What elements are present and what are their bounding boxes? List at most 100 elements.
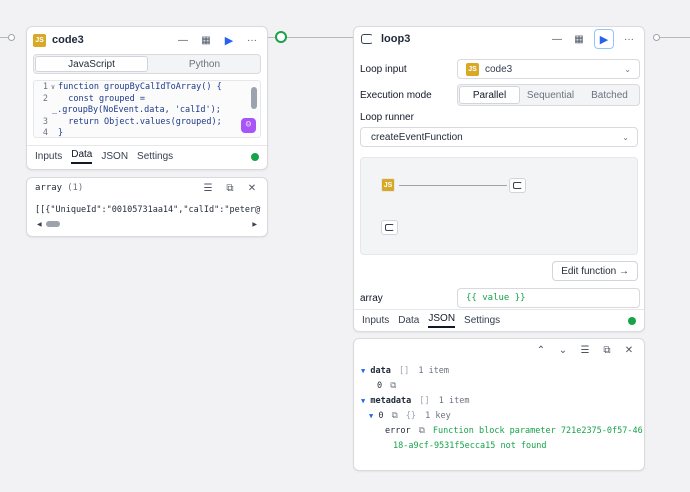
javascript-icon: JS [33,33,46,47]
array-param-input[interactable]: {{ value }} [457,288,640,308]
code-node-title: code3 [52,34,84,46]
close-icon[interactable]: ✕ [245,181,259,195]
language-tabs: JavaScript Python [33,54,261,74]
error-value-continued: 18-a9cf-9531f5ecca15 not found [393,441,547,451]
error-value: Function block parameter 721e2375-0f57-4… [432,426,643,436]
loop-node-title: loop3 [381,33,411,45]
code-line: function groupByCalIdToArray() { [58,82,222,92]
close-icon[interactable]: ✕ [622,343,636,357]
scroll-left-icon[interactable]: ◀ [37,221,42,228]
key-error: error [385,426,411,436]
execution-mode-toggle: Parallel Sequential Batched [457,84,640,106]
loop-input-select[interactable]: JS code3 ⌄ [457,59,640,79]
scroll-thumb[interactable] [45,221,60,227]
code-node-tabs: Inputs Data JSON Settings [27,145,267,167]
tab-data[interactable]: Data [398,315,419,326]
chevron-up-icon[interactable]: ⌃ [534,343,548,357]
tree-row-data[interactable]: ▼ data [] 1 item [361,364,644,379]
line-number [34,105,48,117]
tree-row-meta-item[interactable]: ▼ 0 ⧉ {} 1 key [361,409,644,424]
mode-batched[interactable]: Batched [580,85,639,105]
grid-icon[interactable]: ▦ [572,32,586,46]
tab-inputs[interactable]: Inputs [362,315,389,326]
copy-icon[interactable]: ⧉ [392,411,398,421]
code-line: return Object.values(grouped); [58,116,222,127]
mode-parallel[interactable]: Parallel [459,86,520,104]
key-metadata: metadata [370,396,412,406]
mode-sequential[interactable]: Sequential [521,85,580,105]
connection-handle[interactable] [275,31,287,43]
copy-icon[interactable]: ⧉ [223,181,237,195]
tree-row-data-item[interactable]: 0 ⧉ [361,379,644,394]
copy-icon[interactable]: ⧉ [419,426,425,436]
filter-icon[interactable]: ☰ [578,343,592,357]
array-count: (1) [67,183,84,193]
tab-json[interactable]: JSON [101,151,128,162]
code-node[interactable]: JS code3 — ▦ ▶ ··· JavaScript Python 1 ∨… [26,26,268,170]
loop-start-icon [381,220,398,235]
run-icon[interactable]: ▶ [594,29,614,49]
code-node-header: JS code3 — ▦ ▶ ··· [27,27,267,53]
horizontal-scrollbar[interactable]: ◀ ▶ [37,221,257,228]
json-tree: ▼ data [] 1 item 0 ⧉ ▼ metadata [] 1 ite… [361,364,644,454]
tab-settings[interactable]: Settings [464,315,500,326]
loop-end-icon [509,178,526,193]
code-line: _.groupBy(NoEvent.data, 'calId'); [52,105,221,115]
count-data: 1 item [418,366,450,376]
filter-icon[interactable]: ☰ [201,181,215,195]
chevron-down-icon: ⌄ [622,132,629,142]
assistant-icon[interactable]: ☺ [241,118,256,133]
tab-python[interactable]: Python [149,55,260,73]
tree-row-metadata[interactable]: ▼ metadata [] 1 item [361,394,644,409]
editor-scrollbar[interactable] [251,87,257,109]
key-data: data [370,366,391,376]
tree-row-error[interactable]: error ⧉ Function block parameter 721e237… [361,424,644,439]
edit-function-button[interactable]: Edit function → [552,261,638,281]
loop-runner-label: Loop runner [360,112,414,123]
item-index: 0 [377,381,383,391]
count-metadata: 1 item [438,396,470,406]
line-number: 2 [42,93,48,104]
type-data: [] [398,366,410,376]
fold-icon[interactable]: ∨ [48,82,58,94]
expand-icon[interactable]: ▼ [369,412,373,420]
javascript-icon: JS [466,62,479,76]
tab-json[interactable]: JSON [428,313,456,328]
copy-icon[interactable]: ⧉ [600,343,614,357]
array-content: [[{"UniqueId":"00105731aa14","calId":"pe… [35,205,261,215]
loop-runner-value: createEventFunction [371,131,463,143]
scroll-right-icon[interactable]: ▶ [252,221,257,228]
tab-inputs[interactable]: Inputs [35,151,62,162]
right-connector [660,37,690,38]
run-icon[interactable]: ▶ [222,33,236,47]
right-connection-handle[interactable] [653,34,660,41]
line-number: 4 [42,128,48,138]
copy-icon[interactable]: ⧉ [390,381,396,391]
chevron-down-icon[interactable]: ⌄ [556,343,570,357]
loop-input-label: Loop input [360,63,407,75]
execution-mode-label: Execution mode [360,89,432,101]
minimize-icon[interactable]: — [176,33,190,47]
type-meta-item: {} [405,411,417,421]
minimize-icon[interactable]: — [550,32,564,46]
javascript-icon: JS [381,178,395,192]
item-index: 0 [378,411,384,421]
more-icon[interactable]: ··· [622,32,636,46]
tab-javascript[interactable]: JavaScript [35,56,148,72]
loop-icon [361,34,373,44]
expand-icon[interactable]: ▼ [361,397,365,405]
loop-runner-select[interactable]: createEventFunction ⌄ [360,127,638,147]
loop-node[interactable]: loop3 — ▦ ▶ ··· Loop input JS code3 ⌄ Ex… [353,26,645,332]
code-editor[interactable]: 1 ∨ function groupByCalIdToArray() { 2 c… [33,80,261,138]
code-line: } [58,128,64,138]
more-icon[interactable]: ··· [245,33,259,47]
expand-icon[interactable]: ▼ [361,367,365,375]
left-connection-handle[interactable] [8,34,15,41]
chevron-down-icon: ⌄ [624,64,631,74]
line-number: 3 [42,116,48,127]
tab-data[interactable]: Data [71,149,93,164]
grid-icon[interactable]: ▦ [199,33,213,47]
count-meta-item: 1 key [425,411,451,421]
loop-input-value: code3 [485,63,513,75]
tab-settings[interactable]: Settings [137,151,173,162]
